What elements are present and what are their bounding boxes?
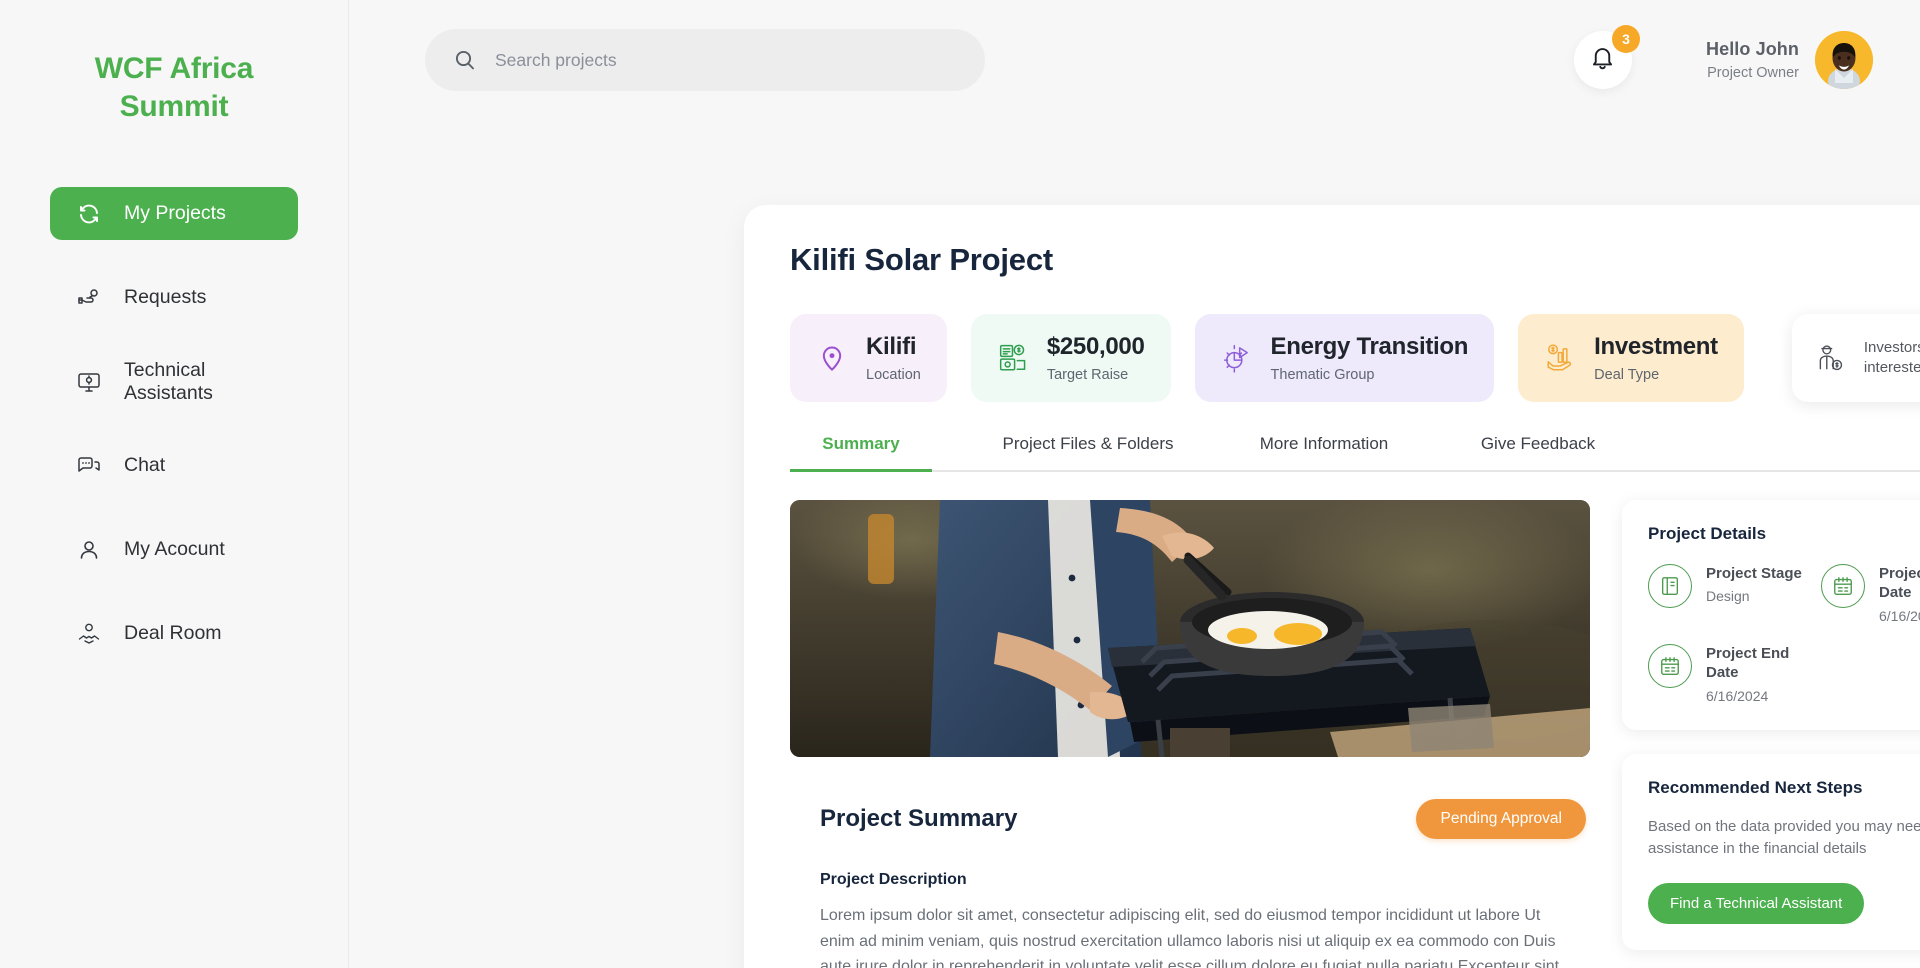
sidebar-item-label: Technical Assistants xyxy=(124,358,213,404)
investor-icon xyxy=(1814,342,1846,374)
stat-card-target-raise: $250,000 Target Raise xyxy=(970,314,1171,402)
tab-summary[interactable]: Summary xyxy=(790,434,932,472)
tab-more-information[interactable]: More Information xyxy=(1234,434,1414,470)
project-description-text: Lorem ipsum dolor sit amet, consectetur … xyxy=(820,906,1560,968)
detail-label: Project End Date xyxy=(1706,644,1790,682)
detail-projected-start-date: Projected Start Date 6/16/2023 xyxy=(1821,563,1920,624)
stat-label: Thematic Group xyxy=(1270,366,1375,383)
sidebar-item-label: My Acocunt xyxy=(124,538,225,560)
sidebar-item-technical-assistants[interactable]: Technical Assistants xyxy=(50,355,298,408)
project-detail-card: Kilifi Solar Project Kilifi Location $25… xyxy=(744,205,1920,968)
project-details-grid: Project Stage Design Proje Date 6/16/2 P… xyxy=(1648,563,1920,704)
investors-line-1: Investors xyxy=(1863,338,1920,356)
calendar-icon xyxy=(1648,643,1692,688)
map-pin-icon xyxy=(816,342,848,374)
investors-text: Investors interested xyxy=(1864,338,1920,379)
notification-count-badge: 3 xyxy=(1611,25,1640,53)
tab-give-feedback[interactable]: Give Feedback xyxy=(1458,434,1618,470)
status-badge[interactable]: Pending Approval xyxy=(1416,798,1586,839)
investors-interested-card[interactable]: Investors interested 4 xyxy=(1791,314,1920,402)
detail-label: Projected Start Date xyxy=(1879,564,1920,602)
stat-value: Investment xyxy=(1594,333,1718,360)
energy-gear-icon xyxy=(1221,342,1253,374)
avatar[interactable] xyxy=(1815,31,1873,89)
handshake-deal-icon xyxy=(76,621,102,647)
summary-body: Project Summary Pending Approval Project… xyxy=(790,499,1920,968)
monitor-support-icon xyxy=(76,369,102,395)
refresh-icon xyxy=(76,201,102,227)
page-title: Kilifi Solar Project xyxy=(790,242,1054,277)
stat-card-deal-type: Investment Deal Type xyxy=(1518,314,1744,402)
user-icon xyxy=(76,537,102,563)
stat-value: $250,000 xyxy=(1046,333,1145,360)
stat-value: Kilifi xyxy=(866,333,917,360)
project-details-title: Project Details xyxy=(1648,523,1767,543)
investors-line-2: interested xyxy=(1863,358,1920,376)
hand-coin-icon xyxy=(1544,342,1576,374)
top-bar-right: 3 Hello John Project Owner xyxy=(1573,25,1873,89)
sidebar-item-my-account[interactable]: My Acocunt xyxy=(50,523,298,576)
search-input[interactable] xyxy=(495,49,957,71)
next-steps-title: Recommended Next Steps xyxy=(1648,777,1863,797)
detail-project-stage: Project Stage Design xyxy=(1648,563,1821,624)
next-steps-text: Based on the data provided you may need … xyxy=(1648,817,1920,858)
project-stats: Kilifi Location $250,000 Target Raise En… xyxy=(790,314,1920,402)
detail-label: Project Stage xyxy=(1706,564,1802,582)
main-area: 3 Hello John Project Owner xyxy=(349,0,1920,968)
user-greeting: Hello John xyxy=(1705,39,1799,59)
detail-value: 6/16/2023 xyxy=(1879,607,1920,624)
sidebar-item-requests[interactable]: Requests xyxy=(50,271,298,324)
stat-label: Deal Type xyxy=(1594,366,1660,383)
user-role: Project Owner xyxy=(1707,65,1799,81)
summary-right-column: Project Details Project Stage Design Pro… xyxy=(1622,499,1920,968)
sidebar-item-label: My Projects xyxy=(124,202,226,224)
sidebar-item-label: Deal Room xyxy=(124,622,222,644)
stat-label: Target Raise xyxy=(1046,366,1129,383)
brand-line-2: Summit xyxy=(119,89,229,123)
search-icon xyxy=(453,48,477,72)
stat-card-thematic-group: Energy Transition Thematic Group xyxy=(1194,314,1495,402)
detail-project-end-date: Project End Date 6/16/2024 xyxy=(1648,643,1821,704)
bell-icon xyxy=(1589,44,1616,76)
summary-header: Project Summary Pending Approval xyxy=(790,798,1590,839)
detail-value: Design xyxy=(1706,588,1750,605)
find-technical-assistant-button[interactable]: Find a Technical Assistant xyxy=(1648,882,1865,924)
handshake-request-icon xyxy=(76,285,102,311)
app-brand: WCF Africa Summit xyxy=(0,50,348,125)
sidebar-item-label: Chat xyxy=(124,454,166,476)
summary-title: Project Summary xyxy=(820,804,1018,832)
user-menu[interactable]: Hello John Project Owner xyxy=(1706,31,1873,89)
user-text: Hello John Project Owner xyxy=(1706,39,1799,81)
brand-line-1: WCF Africa xyxy=(94,52,254,85)
project-description-title: Project Description xyxy=(820,870,967,888)
stat-value: Energy Transition xyxy=(1270,333,1469,360)
sidebar-item-my-projects[interactable]: My Projects xyxy=(50,187,298,240)
top-bar: 3 Hello John Project Owner xyxy=(349,0,1920,120)
project-details-panel: Project Details Project Stage Design Pro… xyxy=(1622,499,1920,730)
calendar-icon xyxy=(1821,563,1865,608)
sidebar-item-deal-room[interactable]: Deal Room xyxy=(50,607,298,660)
recommended-next-steps-panel: Recommended Next Steps Based on the data… xyxy=(1622,753,1920,950)
sidebar-item-label: Requests xyxy=(124,286,207,308)
stat-label: Location xyxy=(866,366,921,383)
sidebar-nav: My Projects Requests Technical Assistant… xyxy=(0,187,348,660)
sidebar: WCF Africa Summit My Projects Requests T… xyxy=(0,0,349,968)
detail-value: 6/16/2024 xyxy=(1706,687,1769,704)
sidebar-item-chat[interactable]: Chat xyxy=(50,439,298,492)
chat-bubble-icon xyxy=(76,453,102,479)
money-invoice-icon xyxy=(997,342,1029,374)
notifications-button[interactable]: 3 xyxy=(1573,25,1640,89)
book-icon xyxy=(1648,563,1692,608)
stat-card-location: Kilifi Location xyxy=(790,314,947,402)
summary-left-column: Project Summary Pending Approval Project… xyxy=(790,499,1590,968)
tab-bar: Summary Project Files & Folders More Inf… xyxy=(790,434,1920,472)
search-bar[interactable] xyxy=(425,29,985,91)
tab-project-files-folders[interactable]: Project Files & Folders xyxy=(988,434,1188,470)
project-hero-image xyxy=(790,499,1590,757)
